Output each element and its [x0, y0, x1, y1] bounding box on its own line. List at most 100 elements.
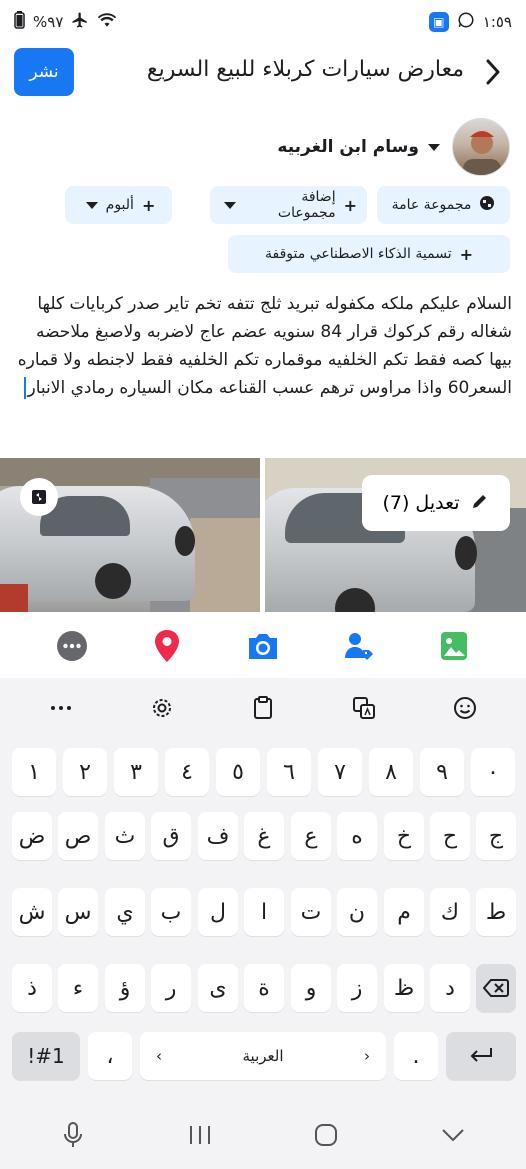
sidewalk-shape	[190, 518, 260, 612]
key-letter[interactable]: ى	[198, 964, 238, 1012]
photo-icon[interactable]	[434, 626, 474, 666]
key-letter[interactable]: ك	[430, 888, 470, 936]
app-notification-icon: ▣	[428, 12, 449, 32]
rotate-photo-button[interactable]	[20, 478, 58, 516]
key-letter[interactable]: ي	[105, 888, 145, 936]
avatar[interactable]	[452, 118, 510, 176]
key-letter[interactable]: ه	[337, 812, 377, 860]
backspace-key[interactable]	[476, 964, 516, 1012]
hide-keyboard-icon[interactable]	[433, 1115, 473, 1155]
emoji-icon[interactable]	[445, 688, 485, 728]
page-title: معارض سيارات كربلاء للبيع السريع	[146, 57, 464, 82]
key-letter[interactable]: ع	[291, 812, 331, 860]
key-letter[interactable]: ط	[476, 888, 516, 936]
status-bar: %٩٧ ▣ ١:٥٩	[0, 0, 526, 44]
enter-key[interactable]	[446, 1032, 516, 1080]
key-letter[interactable]: د	[430, 964, 470, 1012]
key-letter[interactable]: ن	[337, 888, 377, 936]
key-letter[interactable]: خ	[384, 812, 424, 860]
space-key[interactable]: ‹ العربية ›	[140, 1032, 386, 1080]
plus-icon: +	[141, 195, 156, 215]
wifi-icon	[97, 11, 117, 33]
key-2[interactable]: ٢	[63, 748, 107, 796]
back-icon[interactable]	[478, 52, 508, 92]
key-letter[interactable]: ز	[337, 964, 377, 1012]
home-icon[interactable]	[306, 1115, 346, 1155]
symbols-key[interactable]: !#1	[12, 1032, 80, 1080]
key-letter[interactable]: ق	[151, 812, 191, 860]
add-groups-chip-label: إضافة مجموعات	[277, 189, 336, 221]
tag-people-icon[interactable]	[339, 626, 379, 666]
more-icon[interactable]	[52, 626, 92, 666]
tail-light-shape	[0, 584, 28, 612]
comma-key[interactable]: ،	[88, 1032, 132, 1080]
key-7[interactable]: ٧	[318, 748, 362, 796]
key-letter[interactable]: ل	[198, 888, 238, 936]
key-letter[interactable]: ف	[198, 812, 238, 860]
wheel-shape	[95, 563, 131, 599]
user-row: وسام ابن الغربيه	[277, 118, 510, 176]
key-letter[interactable]: ث	[105, 812, 145, 860]
key-letter[interactable]: م	[384, 888, 424, 936]
globe-icon	[479, 195, 495, 215]
camera-icon[interactable]	[243, 626, 283, 666]
key-letter[interactable]: ض	[12, 812, 52, 860]
key-letter[interactable]: ء	[58, 964, 98, 1012]
chevron-down-icon	[428, 144, 440, 151]
edit-photos-button[interactable]: تعديل (7)	[362, 475, 510, 531]
settings-gear-icon[interactable]	[142, 688, 182, 728]
translate-icon[interactable]	[344, 688, 384, 728]
battery-icon	[14, 11, 25, 33]
period-key[interactable]: .	[394, 1032, 438, 1080]
user-name[interactable]: وسام ابن الغربيه	[277, 137, 419, 157]
text-cursor	[23, 377, 26, 399]
photo-thumbnail[interactable]: تعديل (7)	[265, 458, 526, 612]
chevron-down-icon	[85, 201, 98, 209]
key-letter[interactable]: ا	[244, 888, 284, 936]
edit-photos-label: تعديل (7)	[382, 492, 460, 514]
key-3[interactable]: ٣	[114, 748, 158, 796]
key-4[interactable]: ٤	[165, 748, 209, 796]
photo-thumbnail[interactable]	[0, 458, 260, 612]
key-letter[interactable]: ب	[151, 888, 191, 936]
publish-button[interactable]: نشر	[14, 48, 74, 96]
album-chip[interactable]: + ألبوم	[65, 186, 172, 224]
clipboard-icon[interactable]	[243, 688, 283, 728]
key-9[interactable]: ٩	[420, 748, 464, 796]
key-letter[interactable]: ص	[58, 812, 98, 860]
post-text-area[interactable]: السلام عليكم ملكه مكفوله تبريد ثلج تتفه …	[14, 290, 512, 402]
microphone-icon[interactable]	[53, 1115, 93, 1155]
wheel-shape	[175, 526, 195, 556]
key-1[interactable]: ١	[12, 748, 56, 796]
user-name-wrap[interactable]: وسام ابن الغربيه	[277, 137, 440, 157]
key-letter[interactable]: ظ	[384, 964, 424, 1012]
more-options-icon[interactable]	[41, 688, 81, 728]
key-0[interactable]: ٠	[471, 748, 515, 796]
chevron-right-icon: ›	[364, 1047, 370, 1065]
add-groups-chip[interactable]: + إضافة مجموعات	[210, 186, 367, 224]
key-letter[interactable]: س	[58, 888, 98, 936]
key-letter[interactable]: ت	[291, 888, 331, 936]
key-letter[interactable]: ج	[476, 812, 516, 860]
system-nav-bar	[0, 1100, 526, 1169]
audience-chip-label: مجموعة عامة	[391, 197, 472, 213]
key-letter[interactable]: غ	[244, 812, 284, 860]
key-letter[interactable]: ؤ	[105, 964, 145, 1012]
space-key-label: العربية	[242, 1047, 284, 1065]
key-letter[interactable]: ر	[151, 964, 191, 1012]
key-letter[interactable]: ة	[244, 964, 284, 1012]
status-right: ▣ ١:٥٩	[428, 11, 512, 33]
key-6[interactable]: ٦	[267, 748, 311, 796]
recent-apps-icon[interactable]	[180, 1115, 220, 1155]
key-letter[interactable]: ح	[430, 812, 470, 860]
audience-chip[interactable]: مجموعة عامة	[377, 186, 510, 224]
ai-label-chip[interactable]: + تسمية الذكاء الاصطناعي متوقفة	[228, 235, 510, 273]
chevron-left-icon: ‹	[156, 1047, 162, 1065]
location-icon[interactable]	[147, 626, 187, 666]
key-letter[interactable]: ذ	[12, 964, 52, 1012]
key-8[interactable]: ٨	[369, 748, 413, 796]
key-5[interactable]: ٥	[216, 748, 260, 796]
key-letter[interactable]: ش	[12, 888, 52, 936]
ai-label-chip-label: تسمية الذكاء الاصطناعي متوقفة	[265, 246, 452, 262]
key-letter[interactable]: و	[291, 964, 331, 1012]
